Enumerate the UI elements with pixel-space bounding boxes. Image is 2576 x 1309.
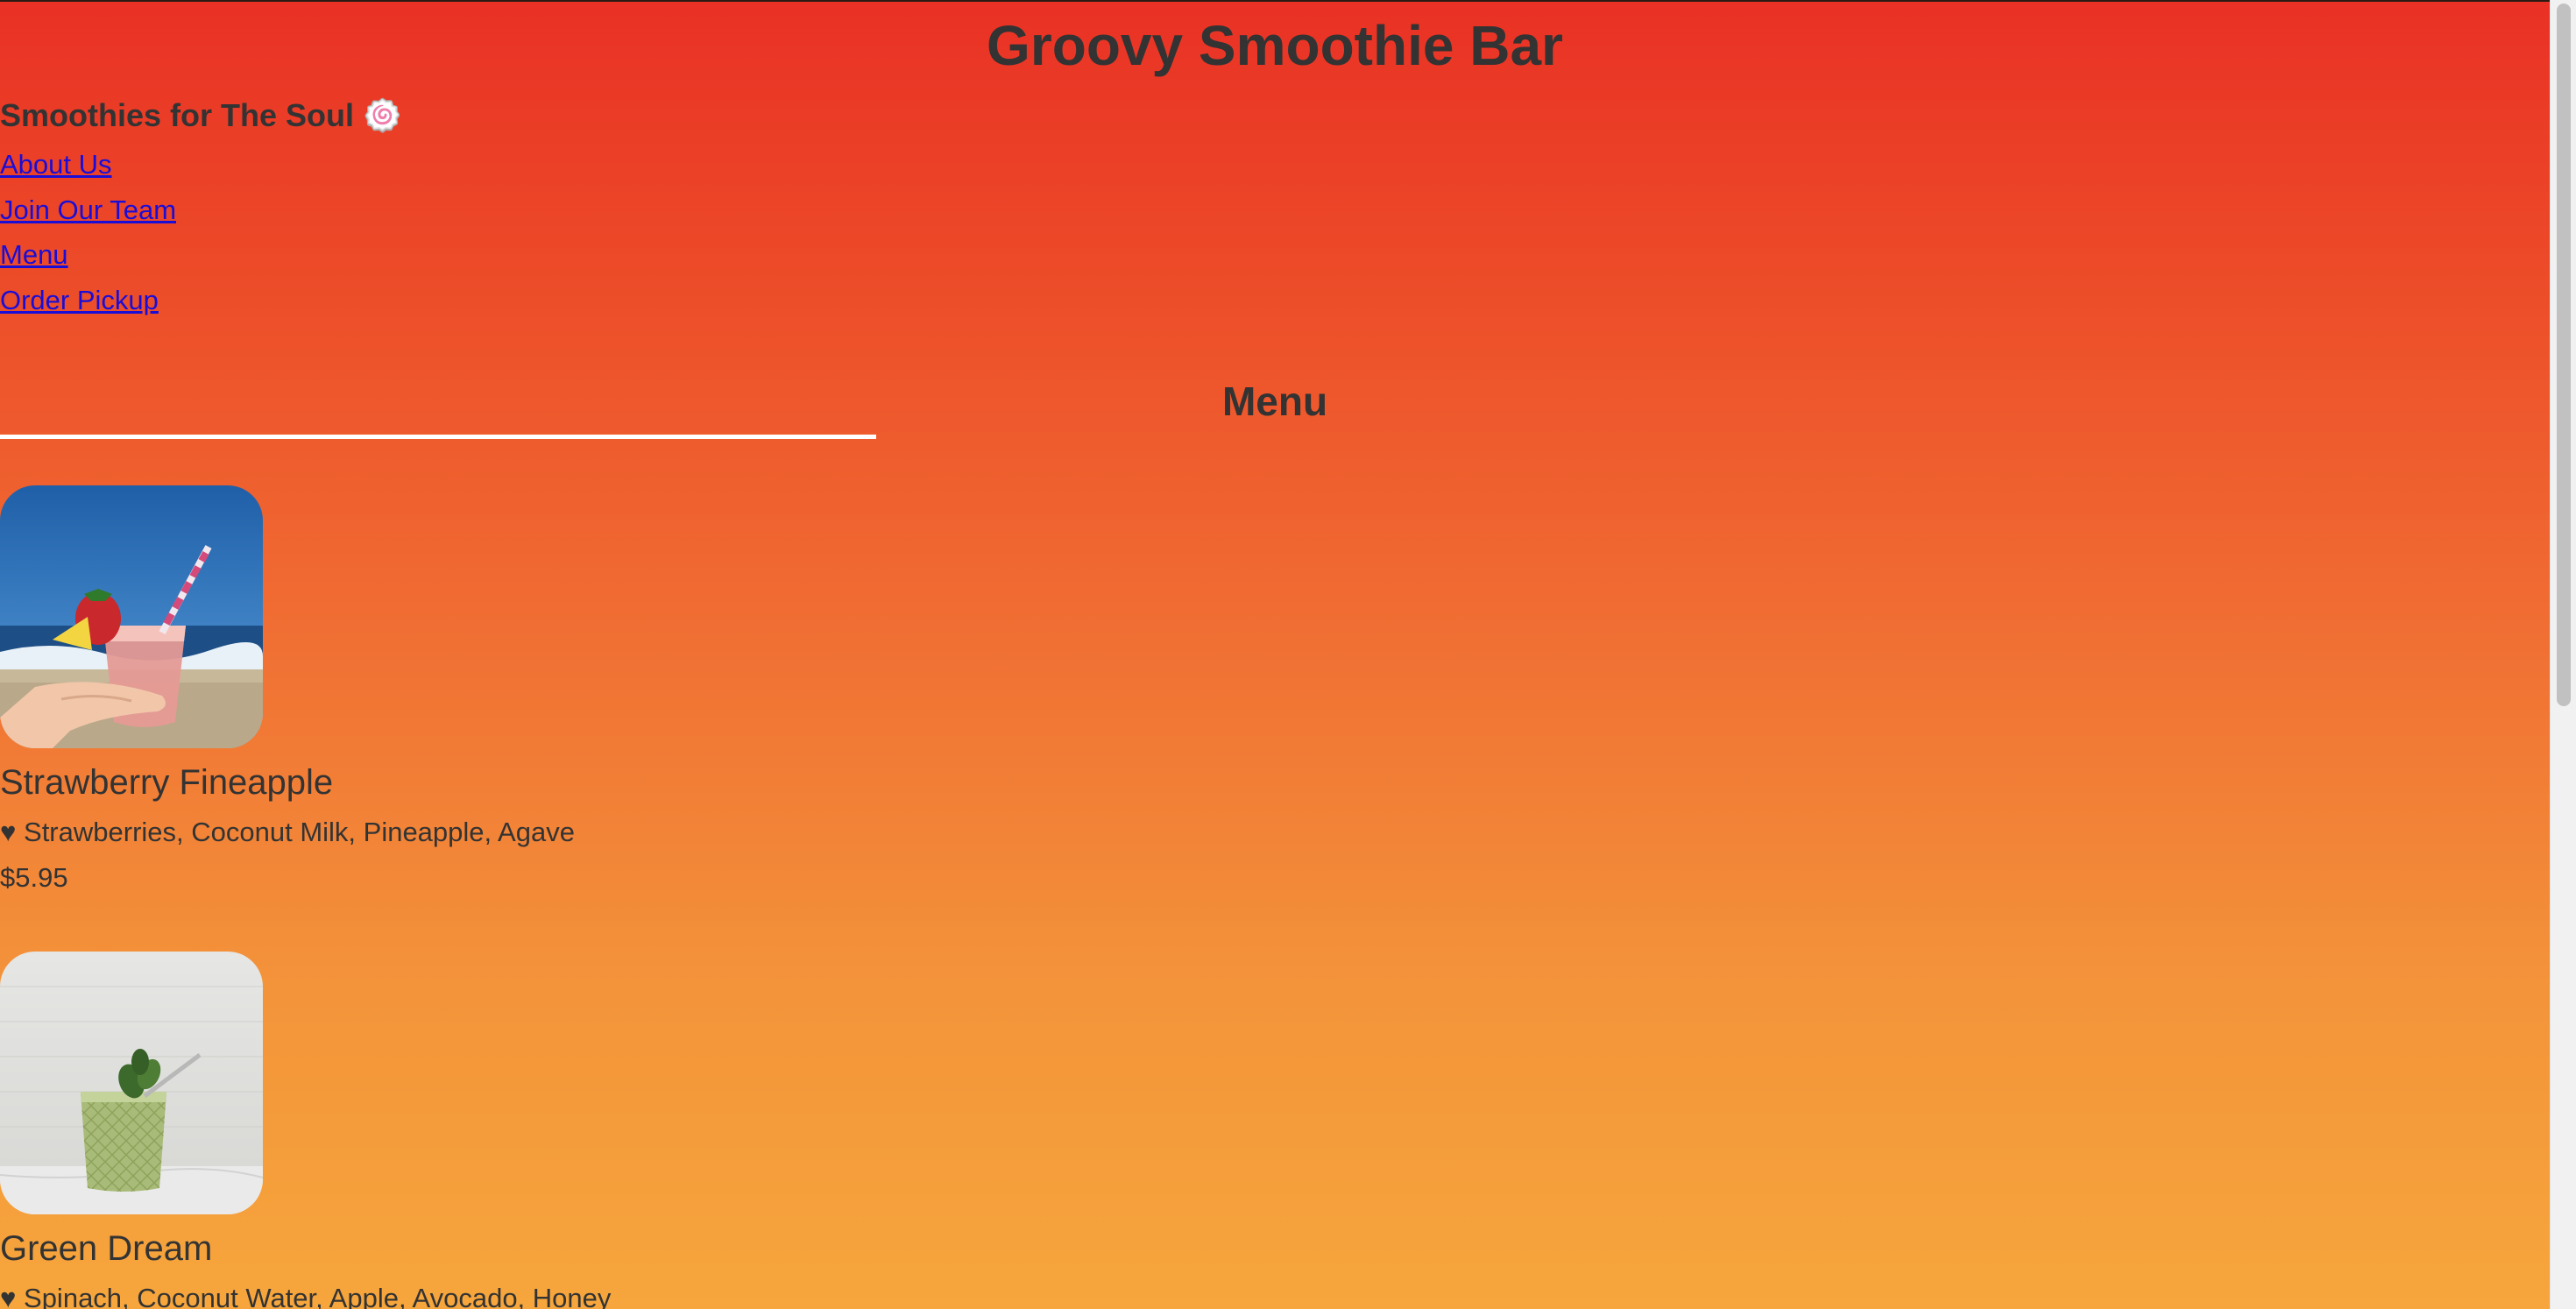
- menu-item-name: Green Dream: [0, 1229, 213, 1268]
- nav-link-about-us[interactable]: About Us: [0, 149, 112, 180]
- menu-item: Green Dream ♥ Spinach, Coconut Water, Ap…: [0, 952, 611, 1309]
- pink-smoothie-beach-photo-icon: [0, 485, 263, 748]
- nav-item-join: Join Our Team: [0, 191, 176, 237]
- menu-item-price: $5.95: [0, 862, 68, 893]
- nav-item-menu: Menu: [0, 236, 176, 281]
- menu-item-ingredients: ♥ Spinach, Coconut Water, Apple, Avocado…: [0, 1283, 612, 1309]
- vertical-scrollbar[interactable]: [2550, 0, 2576, 1309]
- nav-link-join-our-team[interactable]: Join Our Team: [0, 195, 176, 225]
- top-border: [0, 0, 2550, 2]
- menu-item-ingredients: ♥ Strawberries, Coconut Milk, Pineapple,…: [0, 817, 575, 847]
- main-nav: About Us Join Our Team Menu Order Pickup: [0, 145, 176, 326]
- green-smoothie-photo-icon: [0, 952, 263, 1214]
- nav-link-menu[interactable]: Menu: [0, 239, 68, 270]
- nav-item-order: Order Pickup: [0, 281, 176, 327]
- section-divider: [0, 435, 876, 439]
- menu-item: Strawberry Fineapple ♥ Strawberries, Coc…: [0, 485, 575, 895]
- page-background: Groovy Smoothie Bar Smoothies for The So…: [0, 0, 2550, 1309]
- nav-item-about: About Us: [0, 145, 176, 191]
- tagline: Smoothies for The Soul 🍥: [0, 97, 402, 133]
- site-title: Groovy Smoothie Bar: [987, 14, 1563, 77]
- scrollbar-thumb[interactable]: [2557, 4, 2571, 706]
- menu-item-name: Strawberry Fineapple: [0, 763, 334, 802]
- nav-link-order-pickup[interactable]: Order Pickup: [0, 285, 159, 315]
- menu-heading: Menu: [1221, 379, 1328, 424]
